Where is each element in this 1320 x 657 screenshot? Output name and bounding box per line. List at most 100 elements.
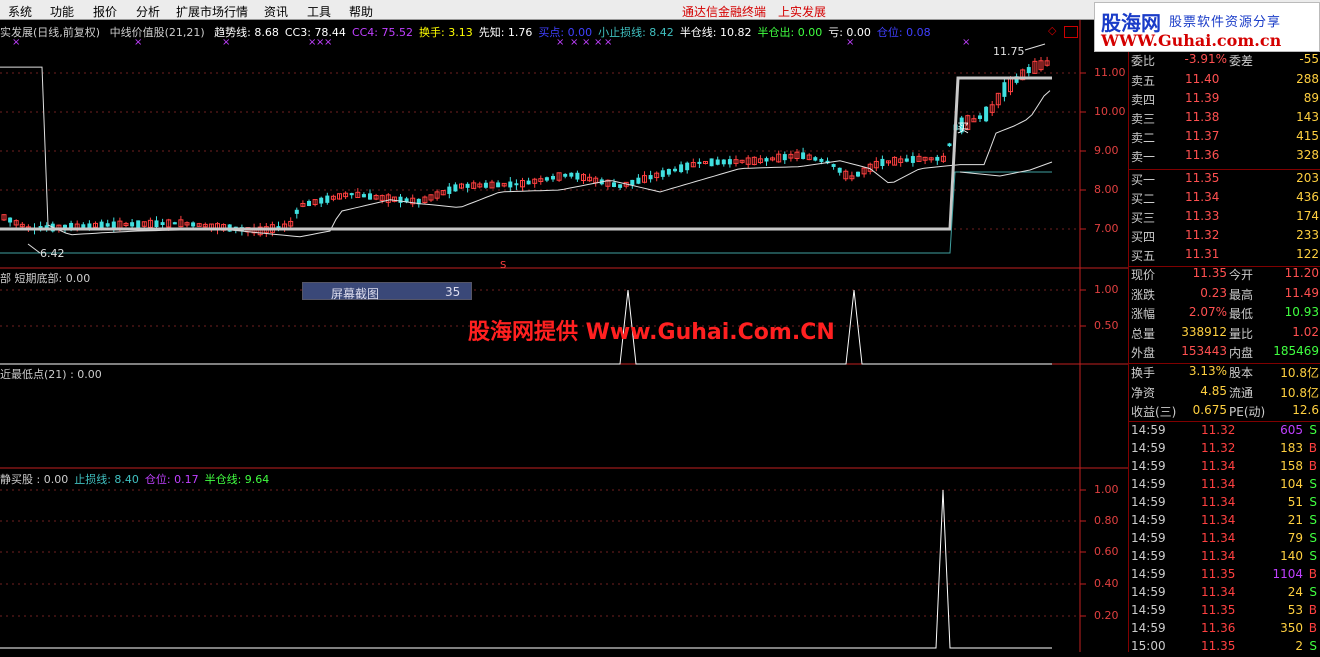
diamond-icon[interactable]: ◇ xyxy=(1048,24,1056,37)
site-logo: 股海网 股票软件资源分享 WWW.Guhai.com.cn xyxy=(1094,2,1320,52)
quote-value: 185469 xyxy=(1273,344,1319,358)
quote-volume: 436 xyxy=(1296,190,1319,204)
quote-volume: 288 xyxy=(1296,72,1319,86)
candle-body xyxy=(856,171,860,177)
candle-body xyxy=(880,158,885,166)
trade-tick-row: 14:59 11.34 158 B xyxy=(1129,459,1320,477)
tick-direction: S xyxy=(1309,531,1317,545)
quote-price: 11.37 xyxy=(1185,129,1220,143)
quote-value: 338912 xyxy=(1181,324,1227,339)
y-tick-label: 7.00 xyxy=(1094,222,1119,235)
candle-body xyxy=(154,220,159,228)
candle-body xyxy=(984,106,989,122)
candle-body xyxy=(978,115,982,119)
tick-direction: B xyxy=(1308,621,1317,635)
quote-key: 最高 xyxy=(1229,287,1254,302)
quote-label: 卖三 xyxy=(1131,112,1156,126)
tick-volume: 140 xyxy=(1280,549,1303,563)
quote-stat-row: 净资 4.85 流通 10.8亿 xyxy=(1129,384,1320,402)
candle-body xyxy=(679,164,684,173)
indicator-value: 半仓出: 0.00 xyxy=(757,26,823,39)
window-toggle-icon[interactable] xyxy=(1064,26,1078,38)
quote-key: 现价 xyxy=(1131,268,1156,282)
tick-time: 14:59 xyxy=(1131,621,1166,635)
sell-level-row: 卖二 11.37 415 xyxy=(1129,129,1320,147)
tick-price: 11.35 xyxy=(1201,567,1236,581)
candle-body xyxy=(947,143,952,147)
y-tick-label: 0.20 xyxy=(1094,609,1119,622)
tick-volume: 21 xyxy=(1287,513,1303,527)
candle-body xyxy=(563,173,568,177)
tick-time: 14:59 xyxy=(1131,585,1166,599)
candle-body xyxy=(575,172,580,180)
buy-level-row: 买三 11.33 174 xyxy=(1129,209,1320,227)
quote-value: 2.07% xyxy=(1188,305,1227,319)
candle-body xyxy=(130,222,135,227)
capture-label: 屏幕截图 xyxy=(331,287,380,301)
quote-label: 卖五 xyxy=(1131,74,1156,88)
tick-price: 11.35 xyxy=(1201,639,1236,653)
quote-key: PE(动) xyxy=(1229,405,1266,419)
trade-tick-row: 14:59 11.34 51 S xyxy=(1129,495,1320,513)
candle-body xyxy=(837,167,842,173)
candle-body xyxy=(496,182,501,188)
annotation-arrow xyxy=(1024,43,1046,51)
quote-stat-row: 涨跌 0.23 最高 11.49 xyxy=(1129,286,1320,304)
quote-volume: 233 xyxy=(1296,228,1319,242)
quote-key: 委差 xyxy=(1229,54,1254,68)
tick-price: 11.32 xyxy=(1201,441,1236,455)
candle-body xyxy=(544,177,549,181)
candle-body xyxy=(618,184,623,188)
candle-body xyxy=(764,158,769,162)
tick-time: 14:59 xyxy=(1131,567,1166,581)
tick-direction: S xyxy=(1309,513,1317,527)
y-tick-label: 10.00 xyxy=(1094,105,1126,118)
quote-value: -55 xyxy=(1299,52,1319,66)
candle-body xyxy=(709,158,714,167)
quote-price: 11.34 xyxy=(1185,190,1220,204)
candle-body xyxy=(612,182,616,187)
quote-stat-row: 涨幅 2.07% 最低 10.93 xyxy=(1129,305,1320,323)
candle-body xyxy=(447,186,452,194)
tick-price: 11.35 xyxy=(1201,603,1236,617)
candle-body xyxy=(453,184,458,192)
quote-key: 涨跌 xyxy=(1131,287,1156,302)
tick-price: 11.34 xyxy=(1201,495,1236,509)
sell-level-row: 卖四 11.39 89 xyxy=(1129,91,1320,109)
candle-body xyxy=(483,182,488,188)
quote-price: 11.40 xyxy=(1185,72,1220,86)
indicator-value: 半仓线: 10.82 xyxy=(679,26,752,39)
indicator-value: CC3: 78.44 xyxy=(284,26,346,39)
candle-body xyxy=(660,170,665,177)
quote-price: 11.35 xyxy=(1185,171,1220,185)
trend-step-line xyxy=(0,76,1052,231)
watermark: 股海网提供 Www.Guhai.Com.CN xyxy=(468,320,835,345)
y-tick-label: 9.00 xyxy=(1094,144,1119,157)
indicator-value: 仓位: 0.17 xyxy=(144,473,199,486)
quote-price: 11.32 xyxy=(1185,228,1220,242)
candle-body xyxy=(685,162,690,171)
candle-body xyxy=(551,175,555,180)
tick-time: 14:59 xyxy=(1131,603,1166,617)
divider xyxy=(1129,421,1320,422)
candle-body xyxy=(648,175,653,180)
tick-direction: S xyxy=(1309,549,1317,563)
panel2-title-text: 部 短期底部: 0.00 xyxy=(0,272,91,285)
candle-body xyxy=(361,194,366,198)
indicator-value: 静买股 : 0.00 xyxy=(0,473,69,486)
screen-capture-button[interactable]: 屏幕截图 35 xyxy=(302,282,472,301)
candle-body xyxy=(465,183,470,188)
quote-label: 买一 xyxy=(1131,173,1156,187)
candle-body xyxy=(81,224,86,228)
quote-stat-row: 外盘 153443 内盘 185469 xyxy=(1129,344,1320,362)
quote-value: 0.23 xyxy=(1200,285,1227,300)
tick-price: 11.34 xyxy=(1201,459,1236,473)
tick-time: 14:59 xyxy=(1131,549,1166,563)
candle-body xyxy=(160,222,165,226)
indicator-value: 换手: 3.13 xyxy=(419,26,473,39)
quote-key: 总量 xyxy=(1131,326,1156,341)
candle-body xyxy=(697,161,702,164)
tick-volume: 1104 xyxy=(1272,567,1303,581)
quote-value: 12.6 xyxy=(1292,403,1319,417)
y-tick-label: 1.00 xyxy=(1094,283,1119,296)
